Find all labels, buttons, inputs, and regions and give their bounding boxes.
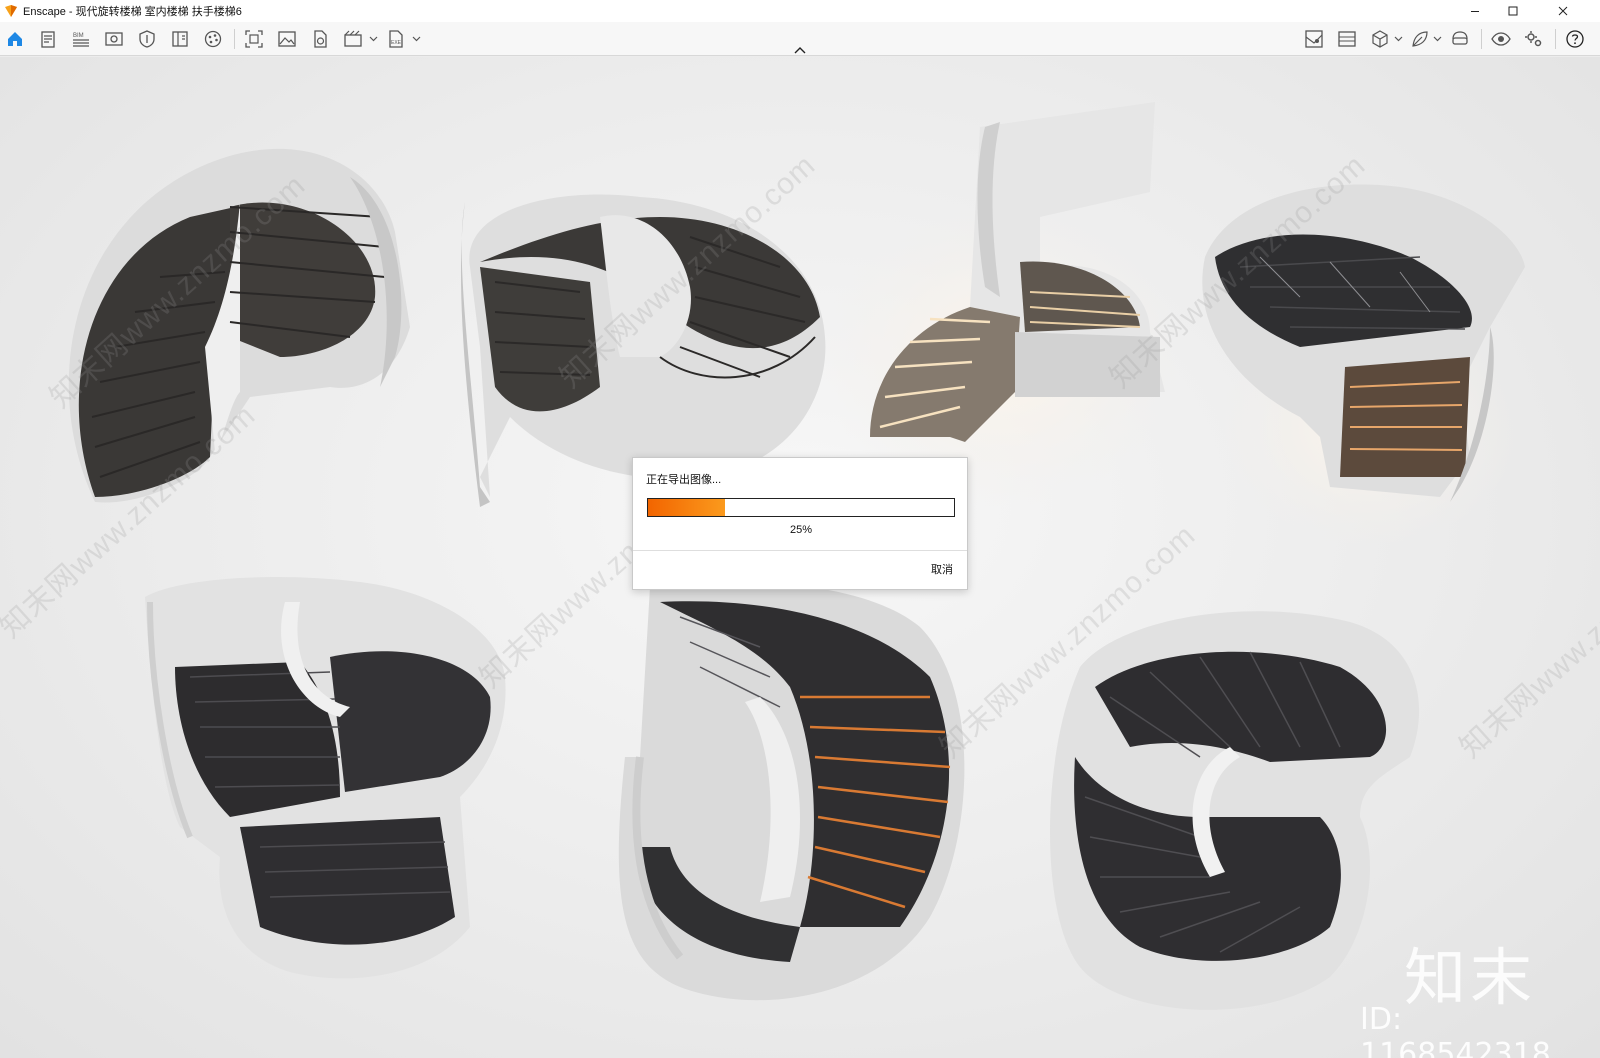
chevron-down-icon[interactable]: [1433, 34, 1442, 43]
chevron-down-icon[interactable]: [1394, 34, 1403, 43]
bim-button[interactable]: BIM: [69, 27, 93, 51]
progress-percent: 25%: [789, 524, 813, 536]
svg-text:BIM: BIM: [73, 33, 84, 39]
export-progress-bar: [647, 498, 955, 517]
close-button[interactable]: [1544, 0, 1582, 22]
staircase-model: [145, 577, 506, 979]
close-icon: [1558, 6, 1568, 16]
window-title: Enscape - 现代旋转楼梯 室内楼梯 扶手楼梯6: [23, 6, 242, 18]
panorama-button[interactable]: [1335, 27, 1359, 51]
exe-export-button[interactable]: EXE: [384, 27, 408, 51]
eye-icon: [1491, 32, 1511, 46]
visibility-button[interactable]: [1489, 27, 1513, 51]
help-button[interactable]: [1563, 27, 1587, 51]
library-button[interactable]: [168, 27, 192, 51]
maximize-icon: [1508, 6, 1518, 16]
enscape-window: Enscape - 现代旋转楼梯 室内楼梯 扶手楼梯6 BIM EXE 知末网w…: [0, 0, 1600, 1058]
cube-button[interactable]: [1368, 27, 1392, 51]
materials-button[interactable]: [201, 27, 225, 51]
chevron-down-icon[interactable]: [412, 34, 421, 43]
home-icon: [8, 32, 22, 46]
toolbar-separator: [1481, 29, 1482, 49]
palette-icon: [204, 30, 222, 48]
chevron-down-icon[interactable]: [369, 34, 378, 43]
enscape-logo-icon: [5, 5, 17, 17]
book-icon: [172, 31, 188, 47]
toolbar-separator: [1555, 29, 1556, 49]
cube-icon: [1372, 30, 1388, 48]
dialog-title: 正在导出图像...: [646, 474, 722, 486]
document-icon: [41, 31, 55, 48]
staircase-model: [618, 581, 965, 1001]
video-button[interactable]: [341, 27, 365, 51]
screenshot-icon: [245, 30, 263, 48]
views-button[interactable]: [102, 27, 126, 51]
progress-fill: [648, 499, 725, 516]
help-icon: [1566, 30, 1584, 48]
dialog-divider: [633, 550, 967, 551]
image-icon: [278, 31, 296, 47]
panorama-icon: [1338, 31, 1356, 47]
export-file-button[interactable]: [308, 27, 332, 51]
shield-button[interactable]: [135, 27, 159, 51]
export-dialog: 正在导出图像... 25% 取消: [632, 457, 968, 590]
staircase-model: [1050, 611, 1420, 1010]
file-export-icon: [314, 30, 327, 48]
settings-icon: [1525, 31, 1542, 47]
view-icon: [105, 32, 123, 46]
minimize-button[interactable]: [1456, 0, 1494, 22]
svg-text:EXE: EXE: [391, 40, 402, 46]
settings-button[interactable]: [1522, 27, 1546, 51]
video-icon: [344, 30, 362, 47]
map-icon: [1305, 30, 1323, 48]
shield-icon: [139, 30, 155, 48]
headset-icon: [1452, 31, 1468, 45]
document-button[interactable]: [36, 27, 60, 51]
leaf-button[interactable]: [1408, 27, 1432, 51]
bim-icon: BIM: [73, 33, 89, 47]
minimize-icon: [1471, 11, 1479, 12]
screenshot-button[interactable]: [242, 27, 266, 51]
vr-headset-button[interactable]: [1448, 27, 1472, 51]
cancel-button[interactable]: 取消: [931, 561, 953, 577]
leaf-icon: [1412, 31, 1428, 47]
image-button[interactable]: [275, 27, 299, 51]
map-button[interactable]: [1302, 27, 1326, 51]
brand-id: ID: 1168542318: [1360, 1002, 1551, 1058]
maximize-button[interactable]: [1494, 0, 1532, 22]
title-bar: Enscape - 现代旋转楼梯 室内楼梯 扶手楼梯6: [0, 0, 1600, 22]
toolbar-separator: [234, 29, 235, 49]
home-button[interactable]: [3, 27, 27, 51]
exe-export-icon: EXE: [389, 30, 403, 48]
collapse-toolbar-icon[interactable]: [792, 44, 808, 56]
